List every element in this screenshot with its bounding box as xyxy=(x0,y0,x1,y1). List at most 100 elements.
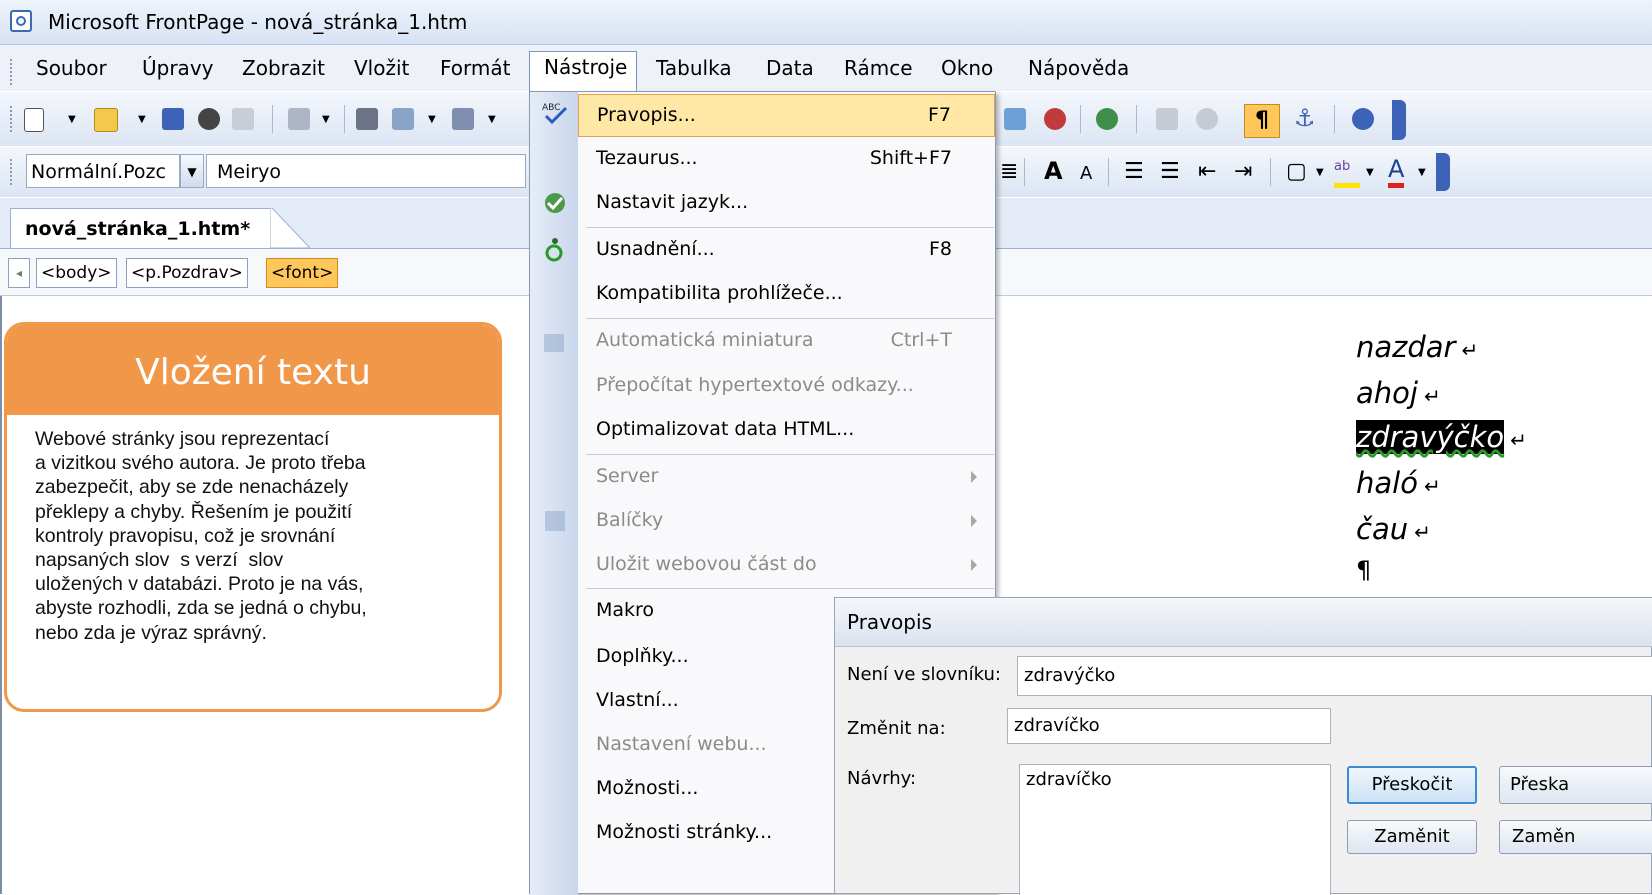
folder-list-dropdown-icon[interactable]: ▼ xyxy=(322,114,330,125)
menu-item-kompatibilita[interactable]: Kompatibilita prohlížeče... xyxy=(578,273,995,316)
style-select[interactable]: Normální.Pozc xyxy=(26,154,180,188)
increase-indent-icon[interactable]: ⇥ xyxy=(1234,159,1252,184)
change-button[interactable]: Zaměnit xyxy=(1347,820,1477,854)
save-icon[interactable] xyxy=(162,108,184,130)
return-mark: ↵ xyxy=(1423,474,1441,498)
tag-body[interactable]: <body> xyxy=(36,258,117,288)
skip-all-button[interactable]: Přeska xyxy=(1499,766,1652,804)
dialog-title: Pravopis xyxy=(847,610,932,634)
suggestion-item[interactable]: zdravíčko xyxy=(1026,769,1330,790)
menu-tabulka[interactable]: Tabulka xyxy=(650,53,738,83)
spelling-icon[interactable] xyxy=(452,108,474,130)
tag-scroll-left-icon[interactable]: ◂ xyxy=(8,258,30,288)
font-select[interactable]: Meiryo xyxy=(206,154,526,188)
decrease-font-icon[interactable]: A xyxy=(1080,163,1092,184)
open-folder-icon[interactable] xyxy=(94,108,118,132)
new-dropdown-icon[interactable]: ▼ xyxy=(68,114,76,125)
toolbar-separator xyxy=(1334,105,1335,133)
change-all-button[interactable]: Zaměn xyxy=(1499,820,1652,854)
return-mark: ↵ xyxy=(1510,428,1527,452)
stop-icon[interactable] xyxy=(1196,108,1218,130)
doc-line-1[interactable]: nazdar ↵ xyxy=(1356,330,1478,364)
menu-data[interactable]: Data xyxy=(760,53,820,83)
web-component-icon[interactable] xyxy=(1096,108,1118,130)
justify-icon[interactable]: ≣ xyxy=(1000,159,1018,184)
menu-upravy[interactable]: Úpravy xyxy=(136,53,219,83)
toolbar-options-icon[interactable] xyxy=(1392,100,1406,140)
menu-separator xyxy=(586,588,994,589)
skip-button[interactable]: Přeskočit xyxy=(1347,766,1477,804)
menu-item-nastavit-jazyk[interactable]: Nastavit jazyk... xyxy=(578,182,995,225)
return-mark: ↵ xyxy=(1414,520,1431,544)
increase-font-icon[interactable]: A xyxy=(1044,157,1063,185)
menu-item-optimalizovat-html[interactable]: Optimalizovat data HTML... xyxy=(578,409,995,452)
menu-okno[interactable]: Okno xyxy=(935,53,999,83)
menu-item-balicky[interactable]: Balíčky xyxy=(578,500,995,543)
new-page-icon[interactable] xyxy=(24,108,44,132)
borders-dropdown-icon[interactable]: ▼ xyxy=(1316,167,1324,178)
picture-icon[interactable] xyxy=(1004,108,1026,130)
borders-icon[interactable]: ▢ xyxy=(1286,159,1307,184)
help-icon[interactable] xyxy=(1352,108,1374,130)
preview-dropdown-icon[interactable]: ▼ xyxy=(428,114,436,125)
print-icon[interactable] xyxy=(356,108,378,130)
menu-zobrazit[interactable]: Zobrazit xyxy=(236,53,331,83)
menu-item-automaticka-miniatura[interactable]: Automatická miniatura Ctrl+T xyxy=(578,320,995,363)
font-color-dropdown-icon[interactable]: ▼ xyxy=(1418,167,1426,178)
menu-item-label: Kompatibilita prohlížeče... xyxy=(596,282,843,304)
menu-item-server[interactable]: Server xyxy=(578,456,995,499)
dialog-title-bar[interactable]: Pravopis xyxy=(835,598,1652,647)
bullets-icon[interactable]: ☰ xyxy=(1160,159,1180,184)
not-in-dictionary-field[interactable]: zdravýčko xyxy=(1017,656,1652,696)
menu-ramce[interactable]: Rámce xyxy=(838,53,919,83)
tag-font[interactable]: <font> xyxy=(266,258,339,288)
callout-line: nebo zda je výraz správný. xyxy=(35,621,267,644)
change-to-input[interactable]: zdravíčko xyxy=(1007,708,1331,744)
doc-line-4[interactable]: haló ↵ xyxy=(1356,466,1441,500)
doc-line-3[interactable]: zdravýčko ↵ xyxy=(1356,420,1527,454)
menu-item-usnadneni[interactable]: Usnadnění... F8 xyxy=(578,229,995,272)
menu-nastroje[interactable]: Nástroje xyxy=(529,51,637,91)
highlight-icon[interactable]: ab xyxy=(1334,159,1360,188)
highlight-dropdown-icon[interactable]: ▼ xyxy=(1366,167,1374,178)
menu-format[interactable]: Formát xyxy=(434,53,516,83)
menu-soubor[interactable]: Soubor xyxy=(30,53,113,83)
set-language-icon xyxy=(542,190,568,216)
numbering-icon[interactable]: ☰ xyxy=(1124,159,1144,184)
style-dropdown-icon[interactable]: ▼ xyxy=(180,154,204,188)
suggestions-list[interactable]: zdravíčko xyxy=(1019,764,1331,895)
menu-separator xyxy=(586,227,994,228)
search-icon[interactable] xyxy=(198,108,220,130)
spelling-dropdown-icon[interactable]: ▼ xyxy=(488,114,496,125)
menu-item-label: Usnadnění... xyxy=(596,238,715,260)
document-tab[interactable]: nová_stránka_1.htm* xyxy=(10,208,272,248)
doc-line-5[interactable]: čau ↵ xyxy=(1356,512,1431,546)
menu-item-ulozit-webovou-cast[interactable]: Uložit webovou část do xyxy=(578,544,995,587)
refresh-icon[interactable] xyxy=(1156,108,1178,130)
menu-item-pravopis[interactable]: Pravopis... F7 xyxy=(578,94,995,137)
publish-icon[interactable] xyxy=(232,108,254,130)
show-formatting-marks-icon[interactable]: ¶ xyxy=(1244,104,1280,138)
change-to-label: Změnit na: xyxy=(847,718,946,739)
hyperlink-icon[interactable] xyxy=(1044,108,1066,130)
menu-item-label: Tezaurus... xyxy=(596,147,698,169)
callout-box: Vložení textu Webové stránky jsou reprez… xyxy=(4,322,502,712)
submenu-arrow-icon xyxy=(971,515,977,527)
menu-item-prepocitat-odkazy[interactable]: Přepočítat hypertextové odkazy... xyxy=(578,365,995,408)
decrease-indent-icon[interactable]: ⇤ xyxy=(1198,159,1216,184)
callout-text: Webové stránky jsou reprezentací a vizit… xyxy=(35,427,475,645)
font-color-icon[interactable]: A xyxy=(1388,155,1405,188)
doc-line-2[interactable]: ahoj ↵ xyxy=(1356,376,1441,410)
open-dropdown-icon[interactable]: ▼ xyxy=(138,114,146,125)
print-preview-icon[interactable] xyxy=(392,108,414,130)
toolbar-options-icon[interactable] xyxy=(1436,153,1450,191)
menu-vlozit[interactable]: Vložit xyxy=(348,53,415,83)
menu-item-tezaurus[interactable]: Tezaurus... Shift+F7 xyxy=(578,138,995,181)
folder-list-icon[interactable] xyxy=(288,108,310,130)
toolbar-separator xyxy=(1080,105,1081,133)
spelling-icon: ABC xyxy=(542,100,568,126)
tag-p-pozdrav[interactable]: <p.Pozdrav> xyxy=(126,258,248,288)
bookmark-anchor-icon[interactable]: ⚓ xyxy=(1294,104,1316,132)
menu-napoveda[interactable]: Nápověda xyxy=(1022,53,1135,83)
frontpage-app-icon[interactable] xyxy=(10,10,32,32)
